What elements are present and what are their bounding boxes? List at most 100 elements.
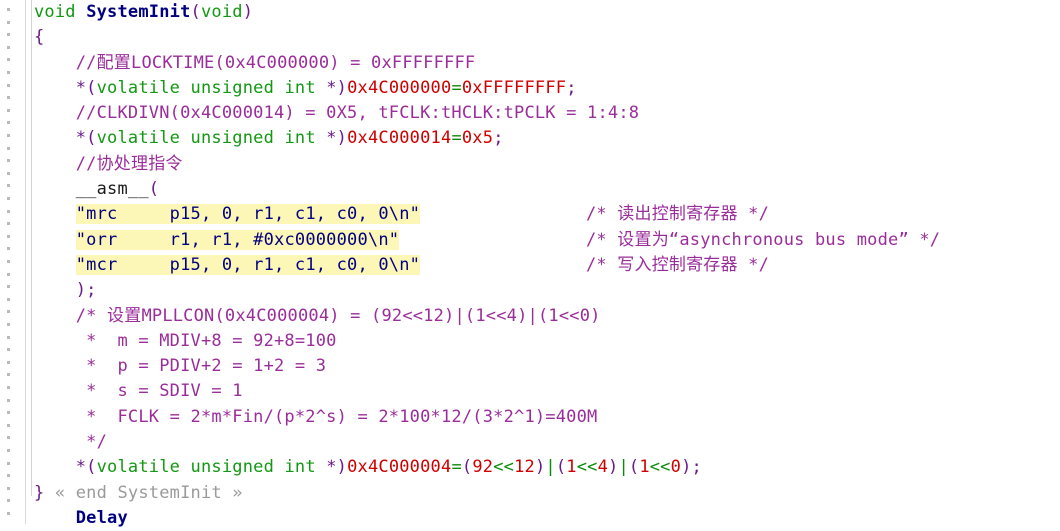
code-token: 0x4C000004 bbox=[347, 457, 452, 478]
code-line[interactable]: * FCLK = 2*m*Fin/(p*2^s) = 2*100*12/(3*2… bbox=[26, 405, 1060, 430]
code-token: ( bbox=[628, 457, 640, 478]
gutter-marker-dot bbox=[7, 33, 10, 37]
code-token: * s = SDIV = 1 bbox=[34, 381, 243, 402]
gutter-marker-dot bbox=[7, 310, 10, 314]
code-token: << bbox=[649, 457, 671, 478]
code-line[interactable]: "mcr p15, 0, r1, c1, c0, 0\n" /* 写入控制寄存器 … bbox=[26, 253, 1060, 278]
code-token: 4 bbox=[597, 457, 608, 478]
code-token: *) bbox=[315, 128, 348, 149]
code-token: = bbox=[451, 128, 462, 149]
code-line[interactable]: */ bbox=[26, 430, 1060, 455]
trailing-comment: /* 写入控制寄存器 */ bbox=[586, 254, 770, 275]
code-line[interactable]: "orr r1, r1, #0xc0000000\n" /* 设置为“asynch… bbox=[26, 228, 1060, 253]
code-line[interactable]: __asm__( bbox=[26, 177, 1060, 202]
code-token: = bbox=[451, 457, 462, 478]
code-line[interactable]: ); bbox=[26, 278, 1060, 303]
gutter-marker-dot bbox=[7, 411, 10, 415]
gutter-marker-dot bbox=[7, 45, 10, 49]
code-line[interactable]: "mrc p15, 0, r1, c1, c0, 0\n" /* 读出控制寄存器 … bbox=[26, 202, 1060, 227]
gutter-marker-dot bbox=[7, 297, 10, 301]
code-line[interactable]: * m = MDIV+8 = 92+8=100 bbox=[26, 329, 1060, 354]
code-editor[interactable]: void SystemInit(void){ //配置LOCKTIME(0x4C… bbox=[0, 0, 1060, 528]
code-token: 0xFFFFFFFF bbox=[461, 77, 567, 98]
gutter-marker-dot bbox=[7, 398, 10, 402]
gutter-marker-dot bbox=[7, 386, 10, 389]
code-token: * FCLK = 2*m*Fin/(p*2^s) = 2*100*12/(3*2… bbox=[34, 406, 598, 427]
code-line[interactable]: * p = PDIV+2 = 1+2 = 3 bbox=[26, 354, 1060, 379]
code-token: *) bbox=[315, 77, 348, 98]
code-token: "mrc p15, 0, r1, c1, c0, 0\n" bbox=[75, 204, 421, 225]
code-line[interactable]: //配置LOCKTIME(0x4C000000) = 0xFFFFFFFF bbox=[26, 51, 1060, 76]
gutter-marker-dot bbox=[7, 474, 10, 478]
code-line[interactable]: * s = SDIV = 1 bbox=[26, 379, 1060, 404]
gutter-marker-dot bbox=[7, 134, 10, 137]
code-token: } bbox=[34, 482, 45, 503]
gutter-marker-dot bbox=[7, 58, 10, 62]
gutter-marker-dot bbox=[7, 8, 10, 11]
code-line[interactable]: *(volatile unsigned int *)0x4C000000=0xF… bbox=[26, 76, 1060, 101]
code-token: << bbox=[493, 457, 515, 478]
code-line[interactable]: void SystemInit(void) bbox=[26, 0, 1060, 25]
gutter-marker-dot bbox=[7, 335, 10, 339]
code-lines-container[interactable]: void SystemInit(void){ //配置LOCKTIME(0x4C… bbox=[26, 0, 1060, 528]
code-token: ( bbox=[555, 457, 567, 478]
code-token: volatile unsigned int bbox=[96, 457, 316, 478]
code-token: *( bbox=[75, 77, 97, 98]
gutter-marker-dot bbox=[7, 348, 10, 352]
code-line[interactable]: //CLKDIVN(0x4C000014) = 0X5, tFCLK:tHCLK… bbox=[26, 101, 1060, 126]
code-line[interactable]: *(volatile unsigned int *)0x4C000004=(92… bbox=[26, 455, 1060, 480]
gutter-marker-dot bbox=[7, 96, 10, 100]
code-token: ) bbox=[608, 457, 619, 478]
code-token: *( bbox=[75, 457, 97, 478]
code-token: | bbox=[618, 457, 629, 478]
code-token: ); bbox=[681, 457, 702, 478]
code-token: void bbox=[200, 2, 243, 22]
gutter-marker-dot bbox=[7, 247, 10, 251]
code-token: ( bbox=[148, 179, 160, 200]
gutter-marker-dot bbox=[7, 71, 10, 74]
code-token: ; bbox=[493, 128, 504, 149]
code-token: ) bbox=[534, 457, 546, 478]
code-line[interactable]: //协处理指令 bbox=[26, 152, 1060, 177]
gutter-marker-dot bbox=[7, 423, 10, 427]
code-token: __asm__ bbox=[75, 179, 149, 200]
gutter-marker-dot bbox=[7, 20, 10, 24]
gutter-marker-dot bbox=[7, 108, 10, 112]
code-line[interactable]: } « end SystemInit » bbox=[26, 481, 1060, 506]
code-line[interactable]: *(volatile unsigned int *)0x4C000014=0x5… bbox=[26, 126, 1060, 151]
code-token: SystemInit bbox=[86, 2, 191, 22]
gutter-marker-dot bbox=[7, 209, 10, 213]
code-line[interactable]: /* 设置MPLLCON(0x4C000004) = (92<<12)|(1<<… bbox=[26, 304, 1060, 329]
gutter-marker-dot bbox=[7, 197, 10, 200]
line-gutter[interactable] bbox=[0, 0, 26, 524]
code-token: volatile unsigned int bbox=[96, 128, 316, 149]
gutter-marker-dot bbox=[7, 146, 10, 150]
code-token: ) bbox=[242, 2, 254, 22]
gutter-marker-dot bbox=[7, 360, 10, 364]
gutter-marker-dot bbox=[7, 436, 10, 440]
trailing-comment: /* 设置为“asynchronous bus mode” */ bbox=[586, 229, 941, 250]
code-token: ); bbox=[75, 280, 97, 301]
gutter-marker-dot bbox=[7, 222, 10, 226]
code-token: 0 bbox=[670, 457, 682, 478]
code-token: = bbox=[451, 77, 462, 98]
code-token: 12 bbox=[514, 457, 535, 478]
gutter-marker-dot bbox=[7, 486, 10, 490]
gutter-marker-dot bbox=[7, 499, 10, 503]
code-line[interactable]: { bbox=[26, 25, 1060, 50]
gutter-marker-dot bbox=[7, 512, 10, 515]
code-token: 1 bbox=[639, 457, 650, 478]
code-token: « end SystemInit » bbox=[54, 482, 243, 503]
code-token: void bbox=[34, 2, 87, 22]
code-token: ; bbox=[566, 77, 577, 98]
code-token: { bbox=[34, 27, 45, 48]
gutter-marker-dot bbox=[7, 373, 10, 377]
code-line[interactable]: Delay bbox=[26, 506, 1060, 528]
